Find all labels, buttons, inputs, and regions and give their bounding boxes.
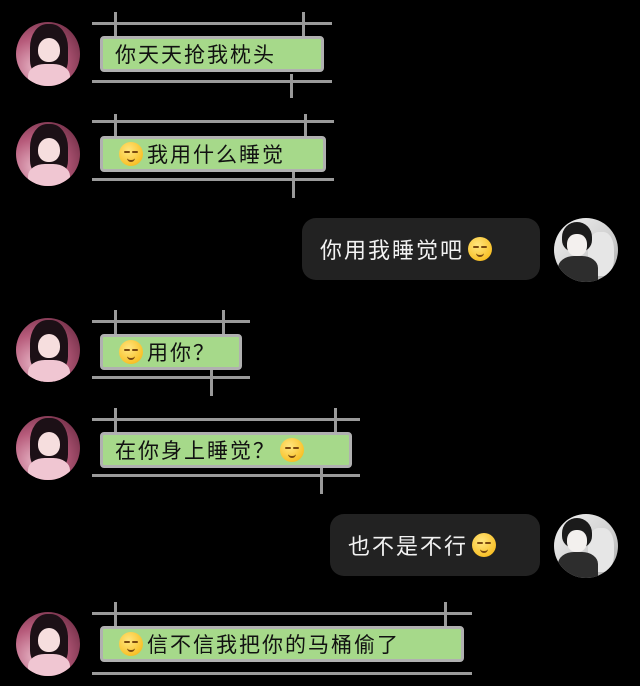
message-text: 你用我睡觉吧 (320, 239, 465, 264)
smiling-face-emoji-icon (119, 340, 143, 364)
smiling-face-emoji-icon (119, 142, 143, 166)
avatar-left[interactable] (16, 122, 80, 186)
message-text: 在你身上睡觉？ (115, 439, 276, 463)
smiling-face-emoji-icon (472, 533, 497, 557)
smiling-face-emoji-icon (119, 632, 143, 656)
smiling-face-emoji-icon (468, 237, 493, 261)
message-text: 也不是不行 (348, 535, 469, 560)
message-text: 用你？ (147, 341, 216, 365)
message-row-right: 也不是不行 (0, 510, 640, 586)
message-bubble: 也不是不行 (330, 514, 540, 576)
message-bubble: 在你身上睡觉？ (100, 432, 352, 468)
message-bubble: 我用什么睡觉 (100, 136, 326, 172)
message-row-left: 我用什么睡觉 (0, 114, 640, 198)
message-bubble: 你天天抢我枕头 (100, 36, 324, 72)
message-bubble: 信不信我把你的马桶偷了 (100, 626, 464, 662)
avatar-left[interactable] (16, 612, 80, 676)
avatar-left[interactable] (16, 416, 80, 480)
avatar-left[interactable] (16, 318, 80, 382)
message-row-left: 用你？ (0, 310, 640, 396)
message-text: 你天天抢我枕头 (115, 43, 276, 67)
avatar-right[interactable] (554, 218, 618, 282)
avatar-right[interactable] (554, 514, 618, 578)
message-text: 我用什么睡觉 (147, 143, 285, 167)
message-row-left: 信不信我把你的马桶偷了 (0, 602, 640, 686)
smiling-face-emoji-icon (280, 438, 304, 462)
message-row-left: 你天天抢我枕头 (0, 12, 640, 98)
message-bubble: 你用我睡觉吧 (302, 218, 540, 280)
avatar-left[interactable] (16, 22, 80, 86)
message-bubble: 用你？ (100, 334, 242, 370)
message-row-right: 你用我睡觉吧 (0, 214, 640, 290)
message-text: 信不信我把你的马桶偷了 (147, 633, 400, 657)
message-row-left: 在你身上睡觉？ (0, 406, 640, 496)
chat-window: 你天天抢我枕头 我用什么睡觉 你用我睡觉吧 用你？ 在你身上睡觉？ 也不是不行 … (0, 0, 640, 686)
